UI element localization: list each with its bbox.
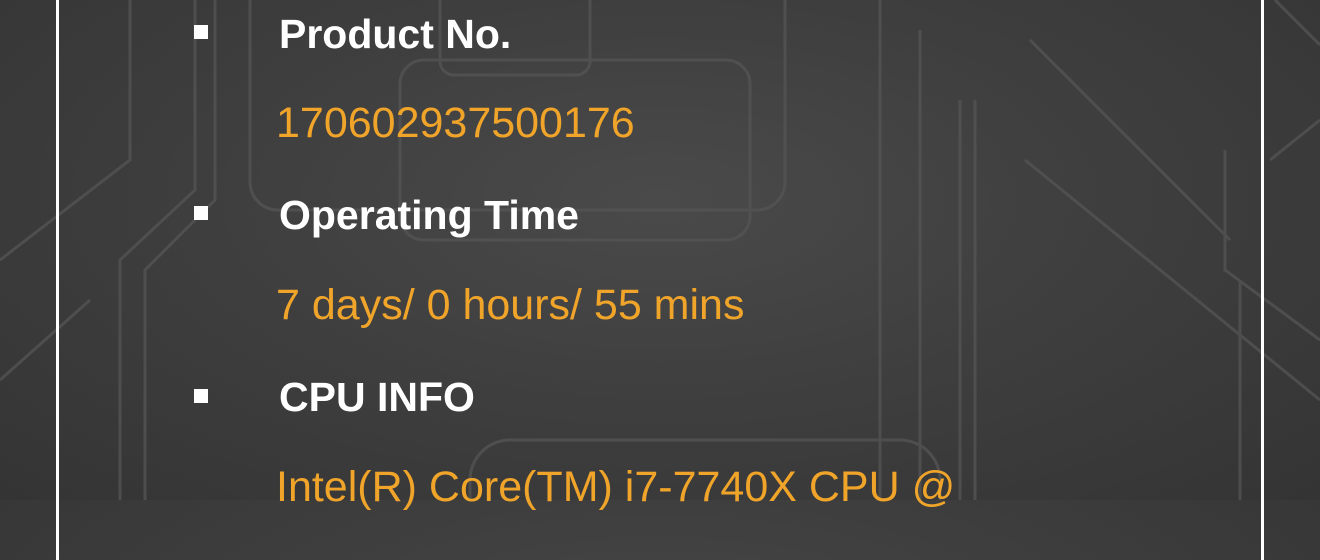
product-no-label: Product No. xyxy=(279,11,512,57)
square-bullet-icon xyxy=(194,389,208,403)
cpu-info-label: CPU INFO xyxy=(279,374,475,420)
operating-time-value: 7 days/ 0 hours/ 55 mins xyxy=(276,281,745,329)
cpu-info-value: Intel(R) Core(TM) i7-7740X CPU @ xyxy=(276,463,956,511)
device-info-list: Product No. 170602937500176 Operating Ti… xyxy=(0,0,1320,511)
square-bullet-icon xyxy=(194,25,208,39)
operating-time-label: Operating Time xyxy=(279,192,579,238)
list-item: CPU INFO Intel(R) Core(TM) i7-7740X CPU … xyxy=(0,0,1320,511)
square-bullet-icon xyxy=(194,206,208,220)
product-no-value: 170602937500176 xyxy=(276,99,635,147)
